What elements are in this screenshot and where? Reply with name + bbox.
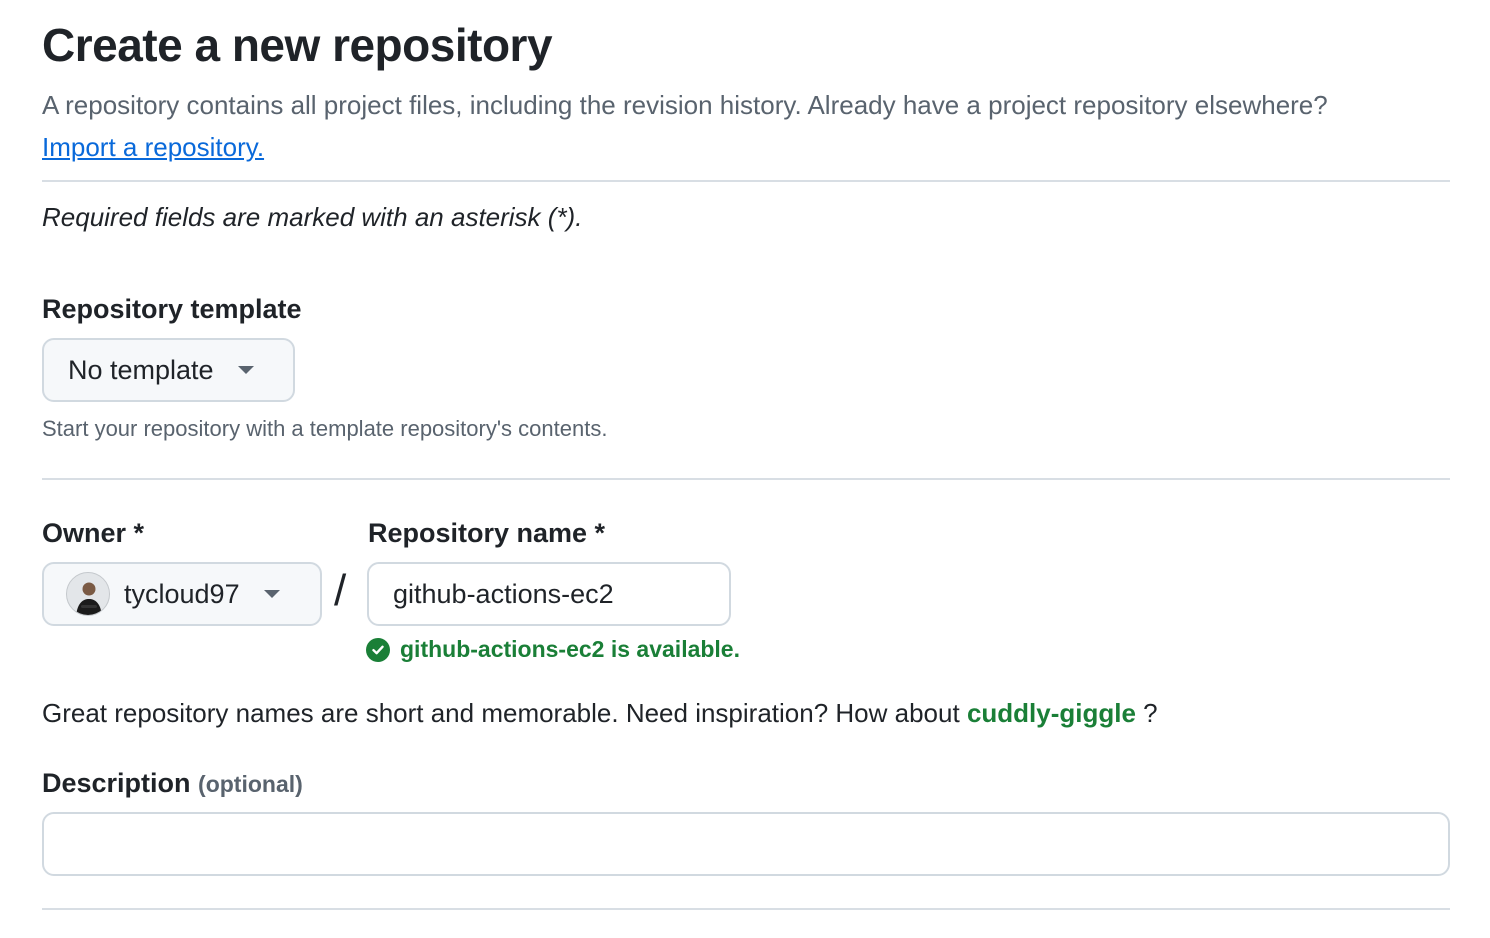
availability-text: github-actions-ec2 is available. — [400, 636, 740, 662]
owner-label: Owner * — [42, 518, 145, 548]
inspiration-text: Great repository names are short and mem… — [42, 698, 960, 728]
owner-repo-separator: / — [334, 566, 347, 615]
repo-name-label: Repository name * — [368, 518, 606, 548]
template-hint: Start your repository with a template re… — [42, 416, 608, 441]
user-avatar-icon — [67, 573, 109, 615]
divider — [42, 180, 1450, 182]
chevron-down-icon — [237, 366, 254, 374]
description-label: Description (optional) — [42, 768, 303, 799]
required-fields-note: Required fields are marked with an aster… — [42, 202, 583, 232]
optional-tag: (optional) — [198, 771, 303, 797]
template-dropdown-button[interactable]: No template — [42, 338, 295, 402]
check-circle-icon — [366, 637, 390, 662]
create-repo-page: Create a new repository A repository con… — [0, 0, 1490, 938]
owner-selected-value: tycloud97 — [124, 578, 240, 609]
import-repository-link[interactable]: Import a repository. — [42, 132, 264, 162]
divider — [42, 478, 1450, 480]
availability-message: github-actions-ec2 is available. — [366, 636, 740, 663]
description-label-text: Description — [42, 768, 191, 798]
owner-dropdown-button[interactable]: tycloud97 — [42, 562, 322, 626]
inspiration-suffix: ? — [1143, 698, 1158, 728]
repo-name-value: github-actions-ec2 — [393, 578, 614, 609]
description-input[interactable] — [42, 812, 1450, 876]
suggested-name-link[interactable]: cuddly-giggle — [967, 698, 1136, 728]
page-subtitle: A repository contains all project files,… — [42, 84, 1382, 168]
template-label: Repository template — [42, 294, 302, 324]
chevron-down-icon — [263, 590, 280, 598]
name-inspiration: Great repository names are short and mem… — [42, 698, 1158, 729]
template-selected-value: No template — [68, 354, 214, 385]
subtitle-text: A repository contains all project files,… — [42, 90, 1328, 120]
avatar — [66, 572, 110, 616]
page-title: Create a new repository — [42, 19, 553, 71]
repo-name-input[interactable]: github-actions-ec2 — [367, 562, 731, 626]
divider — [42, 908, 1450, 910]
